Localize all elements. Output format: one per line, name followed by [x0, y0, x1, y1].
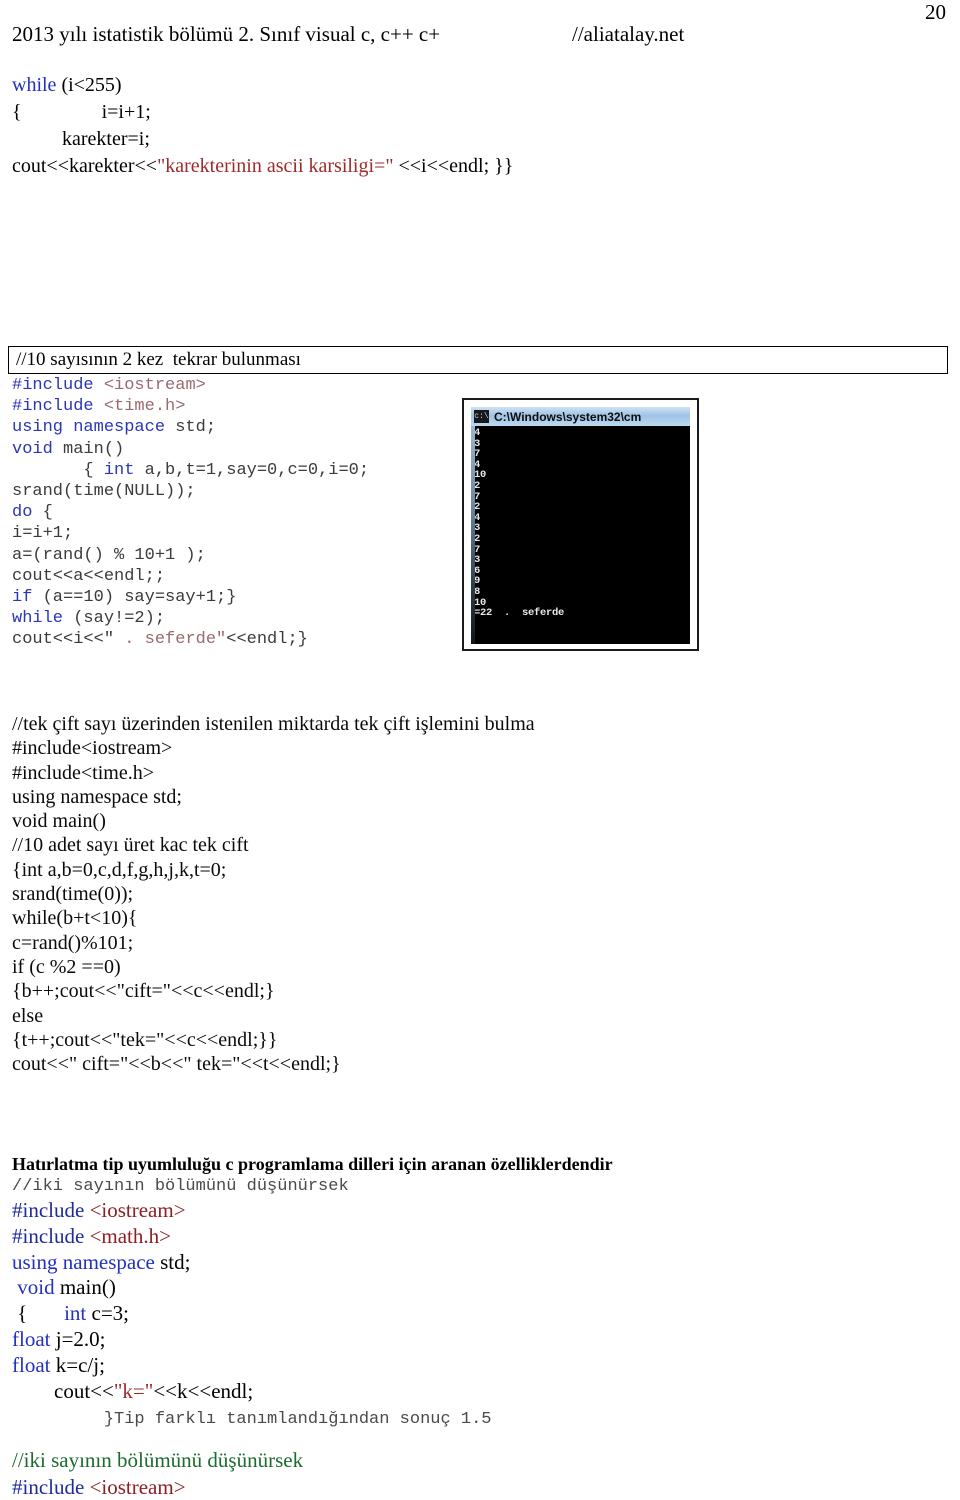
code-block-color-3: #include <iostream> #include <math.h> us…	[12, 1198, 948, 1433]
mono1-void-keyword: void	[12, 439, 53, 459]
color3-result-note: }Tip farklı tanımlandığından sonuç 1.5	[12, 1410, 492, 1430]
boxed-comment-text: //10 sayısının 2 kez tekrar bulunması	[16, 349, 301, 370]
color3-float-keyword-2: float	[12, 1352, 51, 1377]
mono1-while-cond: (say!=2);	[63, 609, 166, 629]
code-block-mono-1: #include <iostream> #include <time.h> us…	[12, 375, 452, 651]
color3-include-2: #include	[12, 1223, 85, 1248]
color3-k-string: "k="	[113, 1378, 154, 1403]
mono1-do-brace: {	[32, 503, 53, 523]
color3-include-1: #include	[12, 1198, 85, 1222]
plain2-line-10: if (c %2 ==0)	[12, 955, 121, 978]
snippet-top-line3: karekter=i;	[12, 128, 150, 150]
mono-comment-division: //iki sayının bölümünü düşünürsek	[12, 1177, 349, 1196]
plain2-line-5: //10 adet sayı üret kac tek cift	[12, 834, 249, 857]
color4-comment: //iki sayının bölümünü düşünürsek	[12, 1448, 304, 1472]
color3-j-decl: j=2.0;	[50, 1326, 106, 1351]
mono1-std: std;	[165, 418, 217, 438]
mono1-include-2: #include	[12, 397, 94, 417]
plain2-line-0: //tek çift sayı üzerinden istenilen mikt…	[12, 713, 535, 735]
plain2-line-8: while(b+t<10){	[12, 907, 138, 930]
plain2-line-14: cout<<" cift="<<b<<" tek="<<t<<endl;}	[12, 1053, 341, 1076]
mono1-increment: i=i+1;	[12, 524, 74, 544]
plain2-line-12: else	[12, 1004, 44, 1027]
mono1-do-keyword: do	[12, 503, 33, 523]
mono1-declarations: a,b,t=1,say=0,c=0,i=0;	[134, 460, 370, 480]
boxed-comment: //10 sayısının 2 kez tekrar bulunması	[8, 346, 948, 374]
mono1-if-keyword: if	[12, 588, 33, 608]
code-block-plain-2: //tek çift sayı üzerinden istenilen mikt…	[12, 712, 948, 1076]
console-titlebar: c:\ C:\Windows\system32\cm	[471, 407, 690, 426]
mono1-line5-pre: {	[12, 460, 104, 480]
color3-line5-pre: {	[12, 1301, 65, 1326]
console-title-text: C:\Windows\system32\cm	[494, 409, 642, 424]
code-snippet-top: while (i<255) { i=i+1; karekter=i; cout<…	[12, 72, 948, 180]
color4-header: <iostream>	[84, 1475, 186, 1499]
mono1-using-namespace: using namespace	[12, 418, 166, 438]
plain2-line-11: {b++;cout<<"cift="<<c<<endl;}	[12, 980, 275, 1003]
console-scrollbar-edge	[471, 426, 475, 644]
mono1-cout-a: cout<<a<<endl;;	[12, 566, 166, 586]
mono1-if-body: (a==10) say=say+1;}	[32, 588, 237, 608]
mono1-rand: a=(rand() % 10+1 );	[12, 545, 206, 565]
console-window: c:\ C:\Windows\system32\cm 4 3 7 4 10 2 …	[471, 407, 690, 644]
color3-void-keyword: void	[12, 1275, 55, 1300]
snippet-top-line1-rest: (i<255)	[56, 74, 122, 96]
code-block-color-4: //iki sayının bölümünü düşünürsek #inclu…	[12, 1447, 948, 1500]
console-screenshot: c:\ C:\Windows\system32\cm 4 3 7 4 10 2 …	[462, 398, 699, 651]
color3-header-2: <math.h>	[84, 1223, 171, 1248]
document-page: 20 2013 yılı istatistik bölümü 2. Sınıf …	[0, 0, 960, 1500]
running-header: 2013 yılı istatistik bölümü 2. Sınıf vis…	[12, 20, 948, 50]
mono1-main: main()	[52, 439, 125, 459]
mono1-int-keyword: int	[103, 460, 135, 480]
reminder-note: Hatırlatma tip uyumluluğu c programlama …	[12, 1154, 613, 1174]
color3-header-1: <iostream>	[84, 1198, 186, 1222]
mono1-seferde-string: . seferde"	[114, 630, 227, 650]
plain2-line-3: using namespace std;	[12, 785, 182, 808]
mono1-while-keyword: while	[12, 609, 64, 629]
color3-cout-pre: cout<<	[12, 1378, 114, 1403]
snippet-top-keyword-while: while	[12, 74, 57, 96]
header-site-url: //aliatalay.net	[572, 22, 685, 46]
mono1-header-1: <iostream>	[93, 376, 206, 395]
mono1-include-1: #include	[12, 376, 94, 395]
color3-using-namespace: using namespace	[12, 1249, 155, 1274]
header-title-left: 2013 yılı istatistik bölümü 2. Sınıf vis…	[12, 22, 441, 46]
mono1-cout-i-post: <<endl;}	[226, 630, 308, 650]
color3-float-keyword-1: float	[12, 1326, 51, 1351]
mono1-header-2: <time.h>	[93, 397, 186, 417]
color3-k-decl: k=c/j;	[50, 1352, 105, 1377]
plain2-line-7: srand(time(0));	[12, 883, 134, 906]
cmd-prompt-icon: c:\	[474, 410, 489, 423]
plain2-line-2: #include<time.h>	[12, 761, 154, 784]
color3-cout-post: <<k<<endl;	[153, 1378, 254, 1403]
snippet-top-line2: { i=i+1;	[12, 101, 151, 123]
mono1-srand: srand(time(NULL));	[12, 482, 196, 502]
color3-int-keyword: int	[64, 1301, 87, 1326]
snippet-top-line4-suffix: <<i<<endl; }}	[393, 155, 514, 177]
snippet-top-line4-prefix: cout<<karekter<<	[12, 155, 158, 177]
plain2-line-13: {t++;cout<<"tek="<<c<<endl;}}	[12, 1028, 278, 1051]
console-output: 4 3 7 4 10 2 7 2 4 3 2 7 3 6 9 8 10 =22 …	[471, 426, 690, 644]
color3-std: std;	[154, 1249, 191, 1274]
snippet-top-line4-string: "karekterinin ascii karsiligi="	[157, 155, 394, 177]
plain2-line-1: #include<iostream>	[12, 737, 173, 760]
plain2-line-4: void main()	[12, 810, 106, 833]
mono1-cout-i-pre: cout<<i<<"	[12, 630, 115, 650]
color3-c-decl: c=3;	[86, 1301, 130, 1326]
plain2-line-9: c=rand()%101;	[12, 931, 134, 954]
color3-main: main()	[54, 1275, 116, 1300]
plain2-line-6: {int a,b=0,c,d,f,g,h,j,k,t=0;	[12, 858, 227, 881]
color4-include: #include	[12, 1475, 85, 1499]
